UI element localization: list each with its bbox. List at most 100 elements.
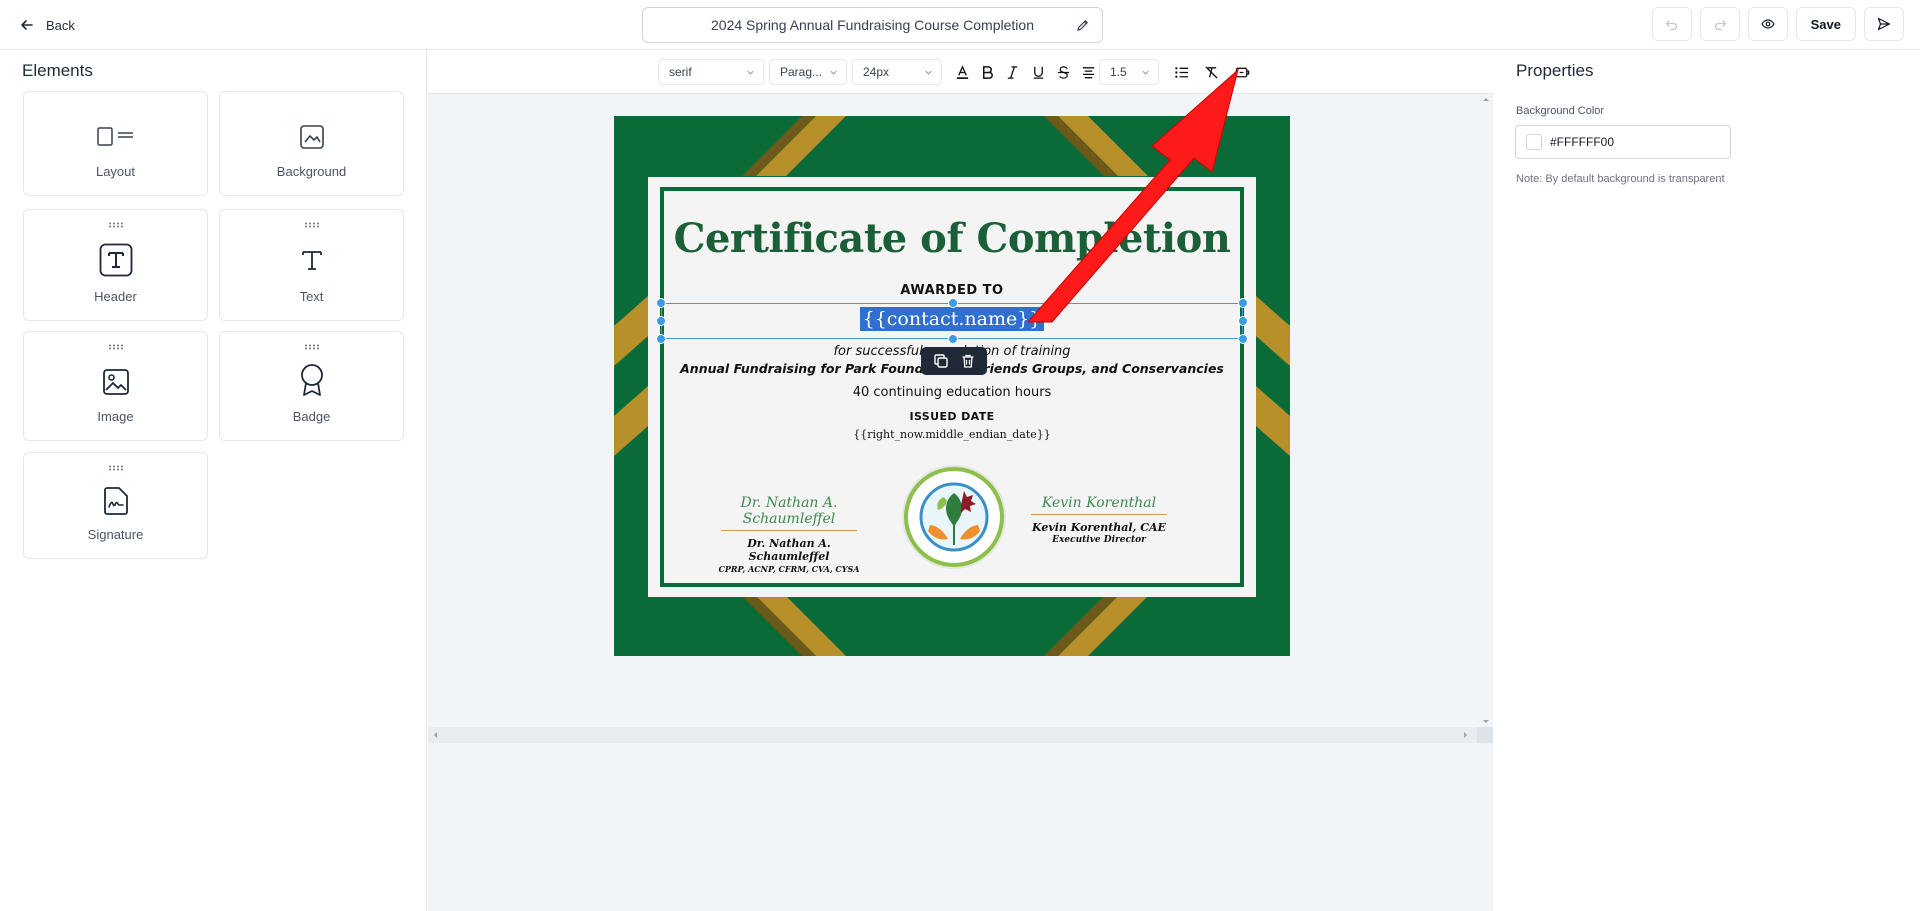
clear-format-button[interactable] bbox=[1201, 62, 1221, 82]
align-center-icon bbox=[1082, 66, 1094, 78]
underline-button[interactable] bbox=[1028, 62, 1048, 82]
elements-panel-title: Elements bbox=[22, 61, 93, 80]
background-color-value: #FFFFFF00 bbox=[1550, 135, 1615, 149]
chevron-down-icon bbox=[747, 70, 754, 75]
back-button[interactable]: Back bbox=[20, 12, 75, 38]
scroll-down-icon[interactable] bbox=[1482, 719, 1490, 725]
recipient-name-field[interactable]: {{contact.name}} bbox=[662, 307, 1242, 331]
signature-underline bbox=[721, 530, 857, 531]
awarded-to-label[interactable]: AWARDED TO bbox=[648, 283, 1256, 298]
bold-button[interactable] bbox=[977, 62, 997, 82]
back-label: Back bbox=[46, 17, 75, 33]
trash-icon[interactable] bbox=[960, 353, 976, 369]
element-signature[interactable]: Signature bbox=[23, 452, 208, 559]
resize-handle-br[interactable] bbox=[1238, 334, 1248, 344]
resize-handle-ml[interactable] bbox=[656, 316, 666, 326]
properties-panel-title: Properties bbox=[1516, 61, 1594, 80]
color-swatch[interactable] bbox=[1526, 134, 1542, 150]
top-bar: Back 2024 Spring Annual Fundraising Cour… bbox=[0, 0, 1920, 50]
line-height-value: 1.5 bbox=[1110, 65, 1127, 79]
resize-handle-bc[interactable] bbox=[948, 334, 958, 344]
block-type-select[interactable]: Parag... bbox=[769, 59, 847, 85]
top-actions: Save bbox=[1651, 7, 1904, 41]
bullet-list-button[interactable] bbox=[1171, 62, 1191, 82]
formatting-toolbar: serif Parag... 24px 1.5 bbox=[428, 51, 1493, 94]
element-background[interactable]: Background bbox=[219, 91, 404, 196]
horizontal-scrollbar[interactable] bbox=[428, 727, 1493, 743]
clear-format-icon bbox=[1204, 65, 1218, 79]
chevron-down-icon bbox=[1142, 70, 1149, 75]
undo-icon bbox=[1665, 20, 1677, 31]
signer1-credentials: CPRP, ACNP, CFRM, CVA, CYSA bbox=[718, 564, 860, 574]
resize-handle-mr[interactable] bbox=[1238, 316, 1248, 326]
dynamic-field-button[interactable] bbox=[1232, 62, 1252, 82]
element-badge[interactable]: Badge bbox=[219, 331, 404, 441]
canvas-area: serif Parag... 24px 1.5 Certificate of C… bbox=[428, 51, 1493, 911]
signature-script-1: Dr. Nathan A. Schaumleffel bbox=[740, 495, 838, 527]
eye-icon bbox=[1760, 19, 1775, 29]
element-label: Text bbox=[299, 289, 324, 304]
block-type-value: Parag... bbox=[780, 65, 823, 79]
drag-handle-icon[interactable] bbox=[108, 344, 124, 350]
element-text[interactable]: Text bbox=[219, 209, 404, 321]
element-layout[interactable]: Layout bbox=[23, 91, 208, 196]
background-color-input[interactable]: #FFFFFF00 bbox=[1515, 125, 1731, 159]
signature-block-2[interactable]: Kevin Korenthal Kevin Korenthal, CAE Exe… bbox=[1024, 495, 1174, 545]
background-note: Note: By default background is transpare… bbox=[1516, 173, 1725, 185]
element-header[interactable]: Header bbox=[23, 209, 208, 321]
signer2-name: Kevin Korenthal, CAE bbox=[1032, 521, 1166, 534]
arrow-left-icon bbox=[21, 20, 33, 30]
drag-handle-icon[interactable] bbox=[108, 465, 124, 471]
line-height-select[interactable]: 1.5 bbox=[1099, 59, 1159, 85]
elements-panel: Elements Layout Background Header Text I… bbox=[0, 51, 427, 911]
vertical-scrollbar[interactable] bbox=[1479, 94, 1493, 727]
certificate-canvas[interactable]: Certificate of Completion AWARDED TO {{c… bbox=[614, 116, 1290, 656]
font-size-value: 24px bbox=[863, 65, 890, 79]
signature-icon bbox=[97, 484, 135, 518]
italic-button[interactable] bbox=[1002, 62, 1022, 82]
pencil-icon[interactable] bbox=[1075, 18, 1090, 33]
scroll-up-icon[interactable] bbox=[1482, 96, 1490, 102]
background-image-icon bbox=[293, 120, 331, 154]
text-color-button[interactable] bbox=[952, 62, 972, 82]
save-button[interactable]: Save bbox=[1795, 7, 1856, 41]
drag-handle-icon[interactable] bbox=[304, 344, 320, 350]
certificate-body: Certificate of Completion AWARDED TO {{c… bbox=[648, 177, 1256, 597]
font-family-select[interactable]: serif bbox=[658, 59, 764, 85]
duplicate-icon[interactable] bbox=[933, 353, 949, 369]
issued-date-value[interactable]: {{right_now.middle_endian_date}} bbox=[648, 428, 1256, 441]
certificate-title[interactable]: Certificate of Completion bbox=[648, 215, 1256, 262]
drag-handle-icon[interactable] bbox=[304, 222, 320, 228]
element-label: Header bbox=[94, 289, 137, 304]
align-center-button[interactable] bbox=[1078, 62, 1098, 82]
drag-handle-icon[interactable] bbox=[108, 222, 124, 228]
signer2-role: Executive Director bbox=[1052, 535, 1146, 545]
strikethrough-button[interactable] bbox=[1053, 62, 1073, 82]
resize-handle-tc[interactable] bbox=[948, 298, 958, 308]
element-image[interactable]: Image bbox=[23, 331, 208, 441]
scroll-right-icon[interactable] bbox=[1463, 731, 1469, 739]
issued-date-label[interactable]: ISSUED DATE bbox=[648, 410, 1256, 423]
strikethrough-icon bbox=[1057, 65, 1069, 79]
resize-handle-tl[interactable] bbox=[656, 298, 666, 308]
recipient-name-placeholder[interactable]: {{contact.name}} bbox=[859, 307, 1045, 331]
preview-button[interactable] bbox=[1747, 7, 1788, 41]
selected-text-block[interactable]: {{contact.name}} bbox=[656, 298, 1248, 344]
document-title-field[interactable]: 2024 Spring Annual Fundraising Course Co… bbox=[642, 7, 1103, 43]
scroll-left-icon[interactable] bbox=[432, 731, 438, 739]
signer1-name: Dr. Nathan A. Schaumleffel bbox=[747, 537, 831, 563]
resize-handle-bl[interactable] bbox=[656, 334, 666, 344]
education-hours[interactable]: 40 continuing education hours bbox=[648, 385, 1256, 400]
text-color-icon bbox=[956, 64, 968, 79]
resize-handle-tr[interactable] bbox=[1238, 298, 1248, 308]
font-size-select[interactable]: 24px bbox=[852, 59, 942, 85]
element-label: Background bbox=[276, 164, 347, 179]
signature-block-1[interactable]: Dr. Nathan A. Schaumleffel Dr. Nathan A.… bbox=[714, 495, 864, 574]
send-button[interactable] bbox=[1864, 7, 1904, 41]
scrollbar-corner bbox=[1477, 727, 1493, 743]
redo-button[interactable] bbox=[1699, 7, 1740, 41]
association-seal[interactable] bbox=[900, 463, 1008, 571]
undo-button[interactable] bbox=[1651, 7, 1692, 41]
chevron-down-icon bbox=[830, 70, 837, 75]
chevron-down-icon bbox=[925, 70, 932, 75]
